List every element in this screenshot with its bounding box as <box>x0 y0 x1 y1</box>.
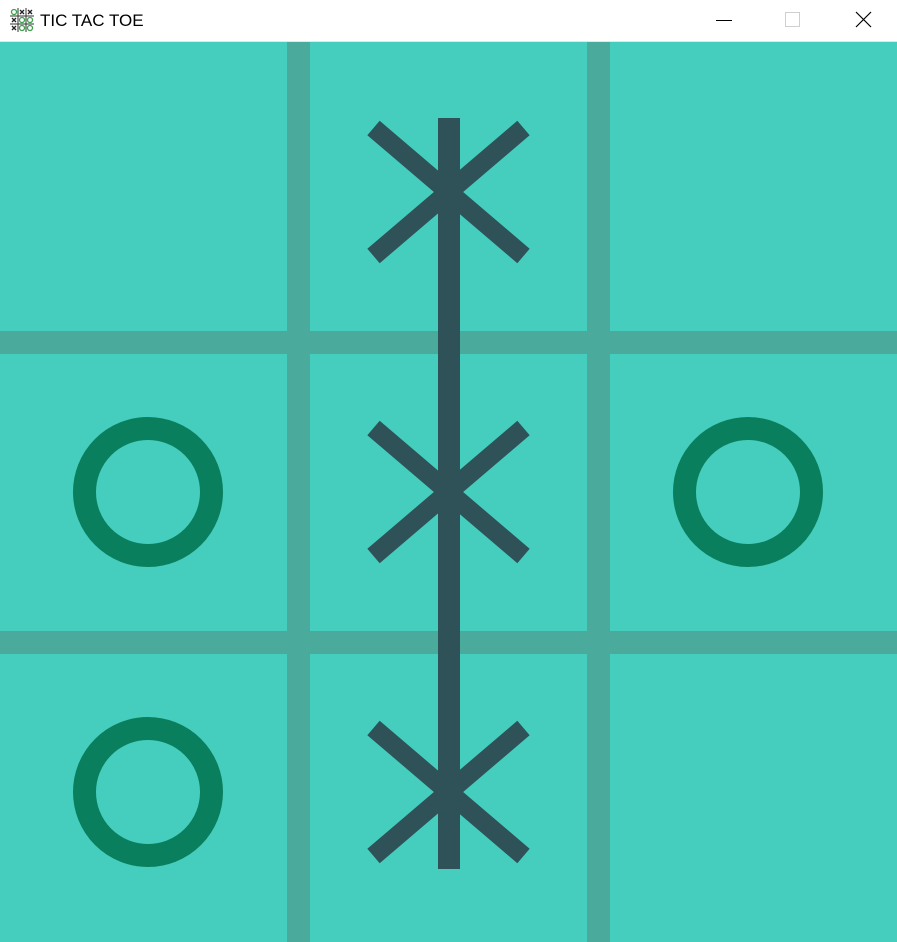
board-cell-r2c3[interactable] <box>610 354 897 631</box>
board-cell-r3c3[interactable] <box>610 654 897 942</box>
board-cell-r1c3[interactable] <box>610 42 897 331</box>
board-cell-r1c2[interactable] <box>310 42 587 331</box>
close-icon <box>855 11 872 28</box>
minimize-button[interactable] <box>696 0 752 42</box>
window-title: TIC TAC TOE <box>40 11 144 30</box>
tic-tac-toe-grid-icon <box>10 8 34 32</box>
grid-line-vertical-1 <box>287 42 310 942</box>
board-cell-r3c2[interactable] <box>310 654 587 942</box>
game-board <box>0 42 897 942</box>
game-window: TIC TAC TOE <box>0 0 897 942</box>
minimize-icon <box>716 20 732 21</box>
board-cell-r3c1[interactable] <box>0 654 287 942</box>
close-button[interactable] <box>835 0 891 42</box>
board-cell-r2c2[interactable] <box>310 354 587 631</box>
maximize-icon <box>785 12 800 27</box>
board-cell-r2c1[interactable] <box>0 354 287 631</box>
title-bar[interactable]: TIC TAC TOE <box>0 0 897 42</box>
board-cell-r1c1[interactable] <box>0 42 287 331</box>
grid-line-vertical-2 <box>587 42 610 942</box>
maximize-button[interactable] <box>764 0 820 42</box>
